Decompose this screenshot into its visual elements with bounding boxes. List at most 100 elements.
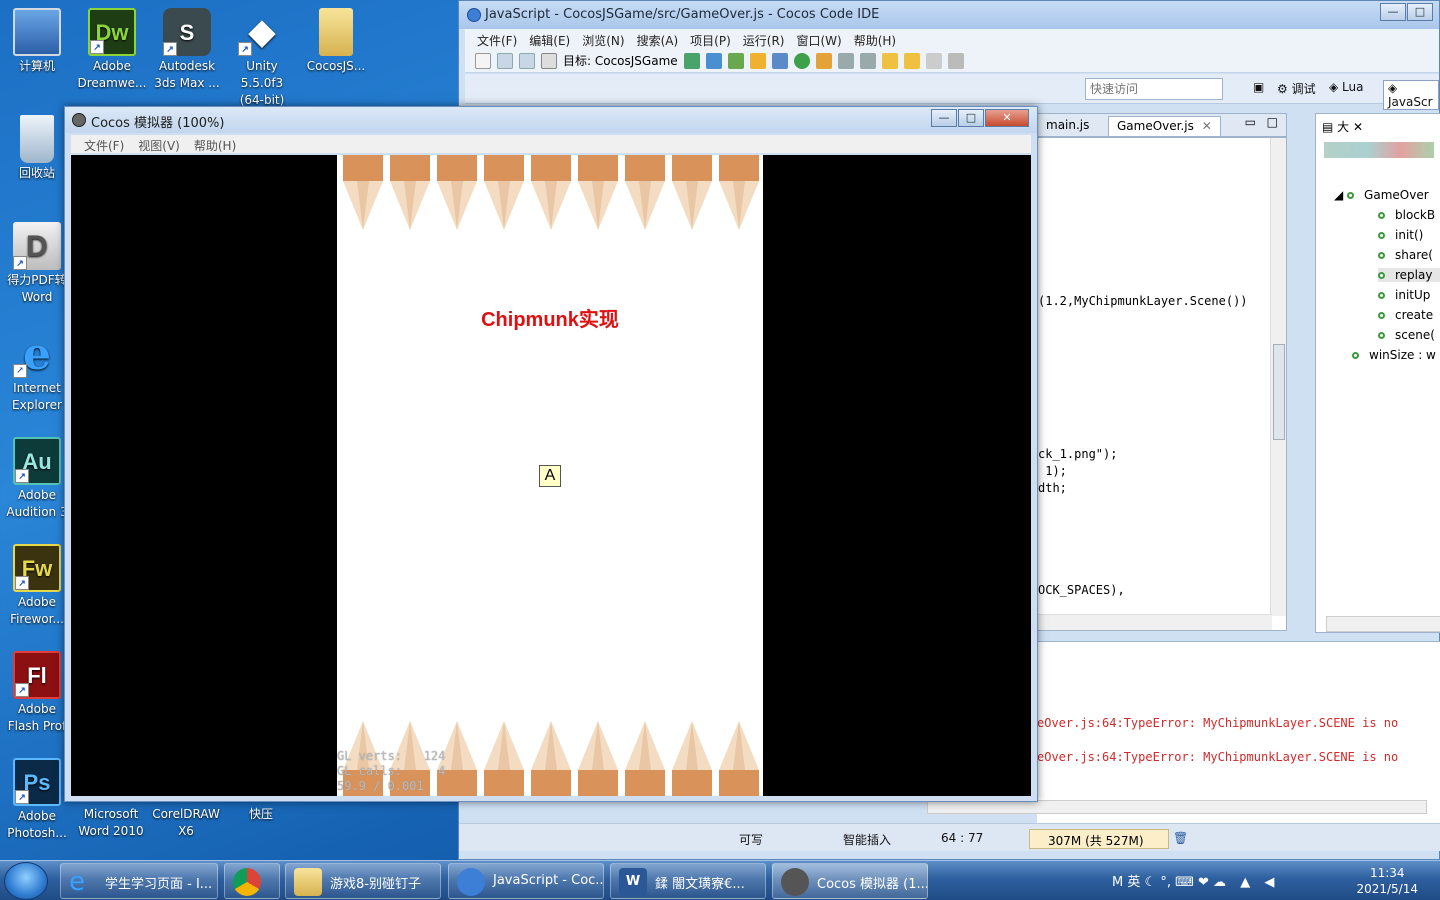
menu-help[interactable]: 帮助(H) [848, 29, 902, 49]
outline-item[interactable]: blockB [1378, 208, 1435, 222]
scroll-thumb[interactable] [1273, 344, 1285, 440]
globe-icon[interactable] [793, 52, 810, 69]
run-target-label[interactable]: 目标: CocosJSGame [563, 52, 678, 69]
tab-gameover-js[interactable]: GameOver.js ✕ [1108, 116, 1221, 136]
menu-search[interactable]: 搜索(A) [631, 29, 685, 49]
tab-main-js[interactable]: main.js [1038, 116, 1097, 136]
taskbar-folder[interactable]: 游戏8-别碰钉子 [285, 863, 441, 899]
outline-item[interactable]: init() [1378, 228, 1423, 242]
deploy-icon[interactable] [705, 52, 722, 69]
perspective-lua[interactable]: ◈ Lua [1325, 80, 1367, 94]
outline-item[interactable]: create [1378, 308, 1433, 322]
pen-icon[interactable] [815, 52, 832, 69]
close-tab-icon[interactable]: ✕ [1202, 119, 1212, 133]
desktop-icon-unity[interactable]: ◆ ↗ Unity 5.5.0f3 (64-bit) [225, 8, 299, 109]
simulator-titlebar[interactable]: Cocos 模拟器 (100%) — □ ✕ [65, 107, 1037, 133]
taskbar-cocos-ide[interactable]: JavaScript - Coc... [448, 863, 604, 899]
desktop-icon-audition[interactable]: Au ↗ Adobe Audition 3 [0, 437, 74, 521]
save-all-icon[interactable] [519, 52, 535, 69]
menu-run[interactable]: 运行(R) [737, 29, 791, 49]
desktop-icon-recycle-bin[interactable]: 回收站 [0, 115, 74, 182]
desktop-icon-computer[interactable]: 计算机 [0, 8, 74, 75]
debug-icon[interactable] [727, 52, 744, 69]
forward-icon[interactable] [903, 52, 920, 69]
editor-vertical-scrollbar[interactable] [1270, 138, 1286, 616]
tray-app-icon[interactable]: ☁ [1213, 875, 1226, 890]
print-icon[interactable] [541, 52, 557, 69]
desktop-icon-word[interactable]: Microsoft Word 2010 [74, 806, 148, 840]
moon-icon[interactable]: ☾ [1145, 875, 1157, 890]
menu-file[interactable]: 文件(F) [471, 29, 523, 49]
outline-root[interactable]: ◢ GameOver [1334, 188, 1429, 202]
outline-toolbar[interactable] [1324, 142, 1434, 158]
taskbar-cocos-simulator[interactable]: Cocos 模拟器 (1... [772, 863, 928, 899]
run-icon[interactable] [749, 52, 766, 69]
annotation-icon[interactable] [837, 52, 854, 69]
start-button[interactable] [4, 862, 48, 900]
new-file-icon[interactable] [475, 52, 491, 69]
perspective-debug[interactable]: ⚙ 调试 [1273, 80, 1320, 97]
maximize-button[interactable]: □ [1407, 3, 1433, 21]
taskbar-word[interactable]: W 鍒 闇文璜寮€... [610, 863, 766, 899]
save-icon[interactable] [497, 52, 513, 69]
outline-item[interactable]: scene( [1378, 328, 1435, 342]
desktop-icon-kuaiya[interactable]: 快压 [224, 806, 298, 823]
desktop-icon-dreamweaver[interactable]: Dw ↗ Adobe Dreamwe... [75, 8, 149, 92]
close-button[interactable]: ✕ [985, 109, 1029, 127]
clock[interactable]: 11:34 2021/5/14 [1356, 865, 1418, 897]
editor-horizontal-scrollbar[interactable] [1038, 614, 1272, 630]
taskbar-chrome[interactable] [224, 863, 280, 899]
console-horizontal-scrollbar[interactable] [927, 800, 1427, 814]
minimize-button[interactable]: — [931, 109, 957, 127]
simulator-canvas[interactable]: Chipmunk实现 A GL verts: 124 GL calls: 4 5… [71, 155, 1031, 796]
open-perspective-icon[interactable]: ▣ [1249, 80, 1268, 94]
desktop-icon-pdf-to-word[interactable]: D ↗ 得力PDF转 Word [0, 222, 74, 306]
game-title-label: Chipmunk实现 [481, 309, 619, 331]
back-icon[interactable] [881, 52, 898, 69]
taskbar-ie[interactable]: e 学生学习页面 - I... [60, 863, 218, 899]
sim-menu-help[interactable]: 帮助(H) [187, 135, 243, 153]
tools-icon[interactable] [771, 52, 788, 69]
arrow-right-icon[interactable] [925, 52, 942, 69]
keyboard-icon[interactable]: ⌨ [1175, 875, 1194, 890]
outline-tab[interactable]: ▤ 大 ✕ [1322, 118, 1363, 135]
sim-menu-file[interactable]: 文件(F) [77, 135, 131, 153]
perspective-javascript[interactable]: ◈ JavaScr [1383, 80, 1439, 110]
outline-item[interactable]: winSize : w [1352, 348, 1436, 362]
desktop-icon-coreldraw[interactable]: CorelDRAW X6 [149, 806, 223, 840]
pin-icon[interactable] [947, 52, 964, 69]
desktop-icon-internet-explorer[interactable]: e ↗ Internet Explorer [0, 330, 74, 414]
maximize-view-icon[interactable]: □ [1267, 115, 1278, 129]
outline-item[interactable]: share( [1378, 248, 1433, 262]
desktop-icon-cocosjs-folder[interactable]: CocosJS... [299, 8, 373, 75]
outline-item-selected[interactable]: replay [1378, 268, 1440, 282]
menu-edit[interactable]: 编辑(E) [523, 29, 576, 49]
ime-language[interactable]: 英 [1127, 875, 1140, 890]
desktop-icon-3dsmax[interactable]: S ↗ Autodesk 3ds Max ... [150, 8, 224, 92]
minimize-view-icon[interactable]: ▭ [1245, 115, 1256, 129]
build-icon[interactable] [683, 52, 700, 69]
show-hidden-icons[interactable]: ▲ [1240, 875, 1250, 890]
desktop-icon-fireworks[interactable]: Fw ↗ Adobe Firewor... [0, 544, 74, 628]
minimize-button[interactable]: — [1380, 3, 1406, 21]
menu-project[interactable]: 项目(P) [684, 29, 737, 49]
ide-titlebar[interactable]: JavaScript - CocosJSGame/src/GameOver.js… [459, 1, 1439, 29]
garbage-collect-icon[interactable]: 🗑 [1173, 831, 1188, 845]
volume-icon[interactable]: ◀ [1264, 875, 1274, 890]
desktop-icon-photoshop[interactable]: Ps ↗ Adobe Photosh... [0, 758, 74, 842]
sim-menu-view[interactable]: 视图(V) [131, 135, 187, 153]
game-view[interactable]: Chipmunk实现 A GL verts: 124 GL calls: 4 5… [337, 155, 763, 796]
tray-app-icon[interactable]: ❤ [1198, 875, 1209, 890]
code-editor[interactable]: (1.2,MyChipmunkLayer.Scene()) ck_1.png")… [1037, 137, 1287, 631]
console-view[interactable]: eOver.js:64:TypeError: MyChipmunkLayer.S… [927, 641, 1440, 823]
desktop-icon-flash[interactable]: Fl ↗ Adobe Flash Prof [0, 651, 74, 735]
next-annotation-icon[interactable] [859, 52, 876, 69]
menu-navigate[interactable]: 浏览(N) [576, 29, 630, 49]
quick-access-input[interactable] [1085, 78, 1223, 100]
outline-horizontal-scrollbar[interactable] [1326, 616, 1440, 632]
punctuation-icon[interactable]: °, [1160, 875, 1171, 890]
outline-item[interactable]: initUp [1378, 288, 1430, 302]
menu-window[interactable]: 窗口(W) [790, 29, 847, 49]
maximize-button[interactable]: □ [958, 109, 984, 127]
ime-icon[interactable]: M [1112, 875, 1123, 890]
